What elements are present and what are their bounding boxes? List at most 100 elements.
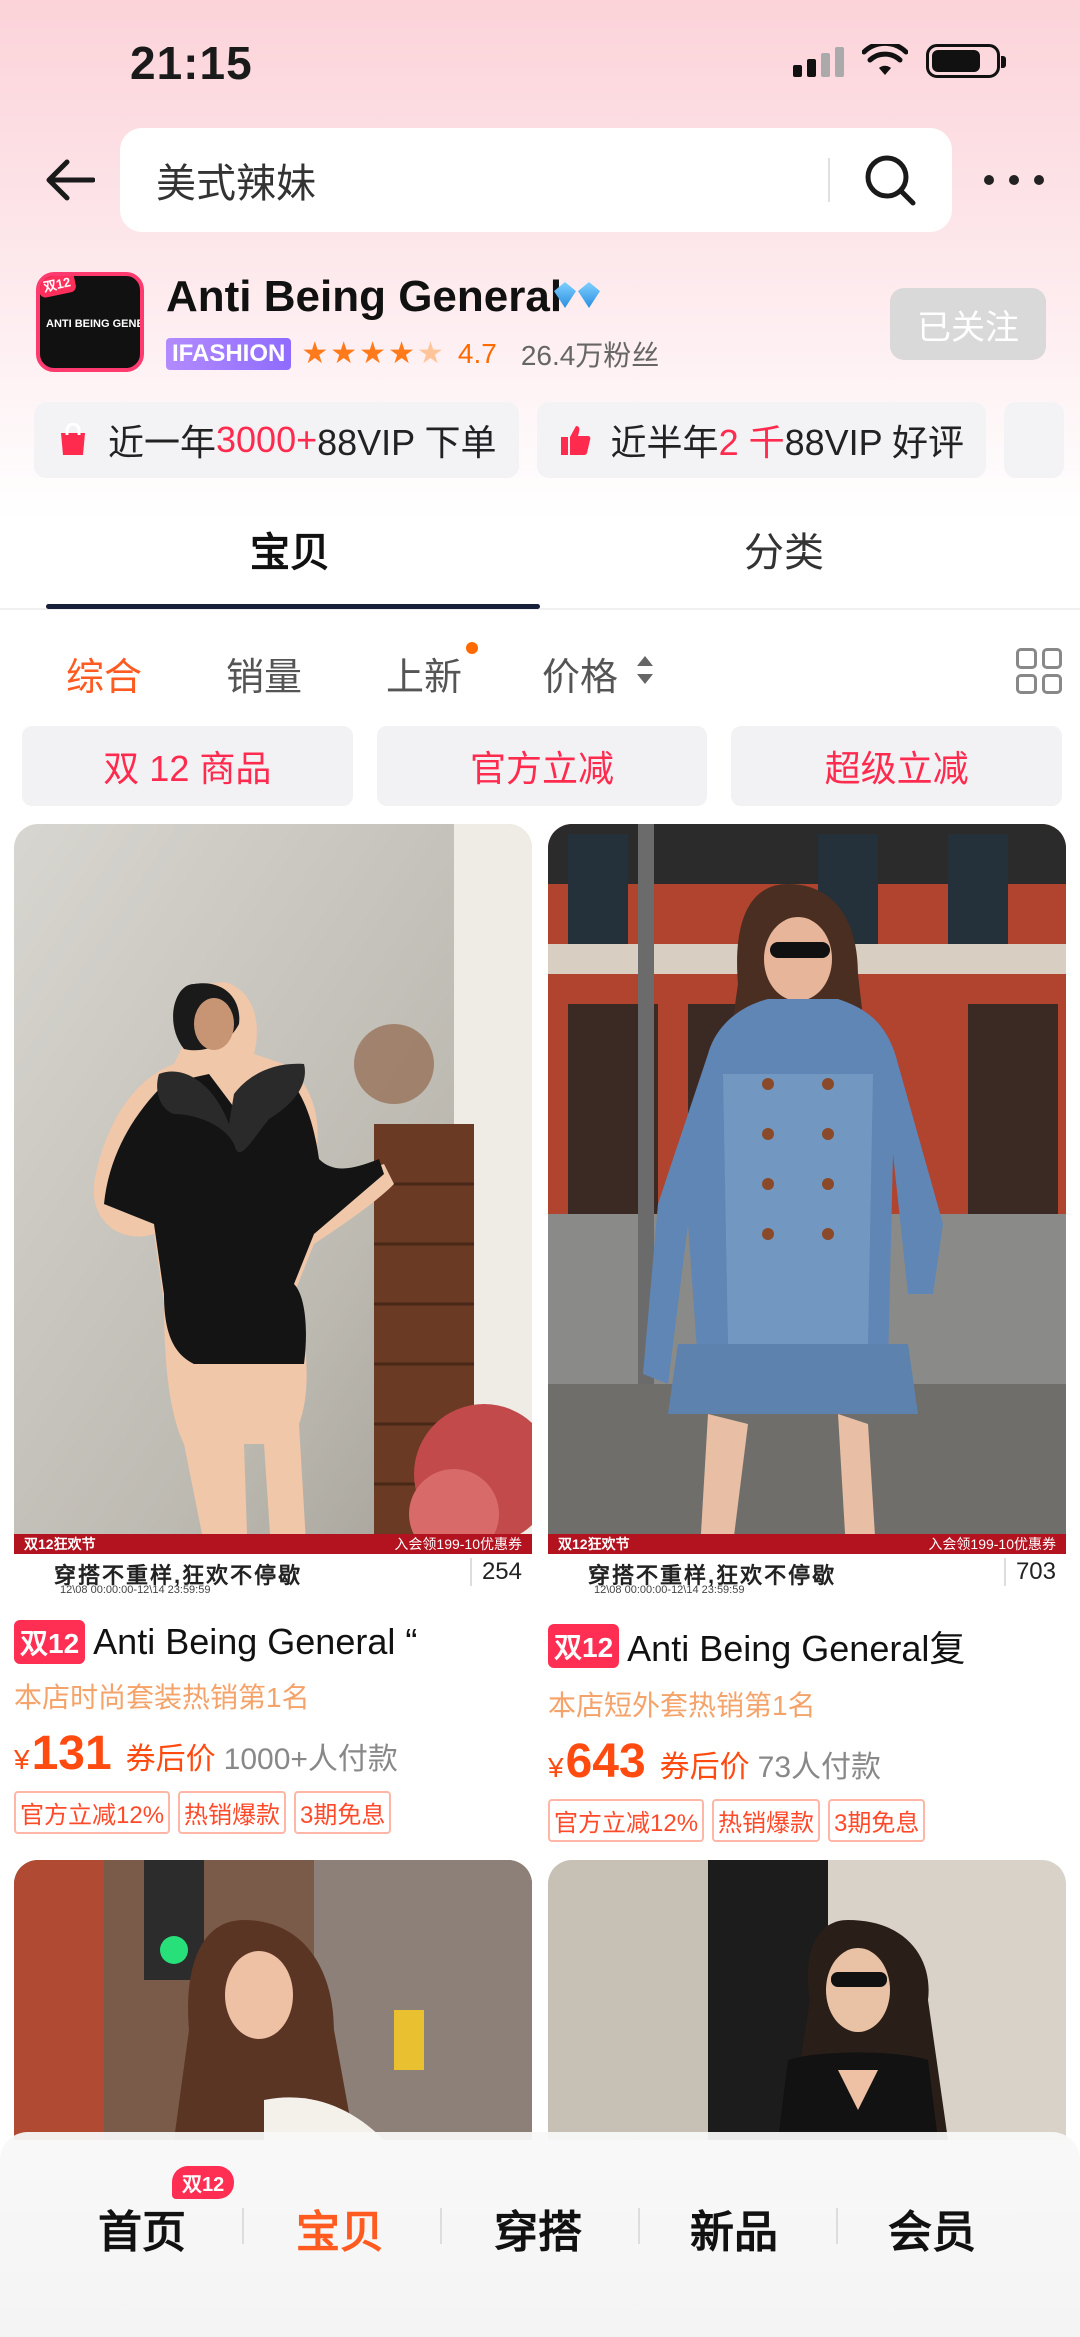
sort-new[interactable]: 上新 bbox=[386, 646, 462, 701]
sort-bar: 综合 销量 上新 价格 bbox=[0, 642, 1080, 702]
product-photo[interactable] bbox=[14, 1860, 532, 2140]
product-card[interactable]: 双12狂欢节 入会领199-10优惠券 穿搭不重样,狂欢不停歇 12\08 00… bbox=[14, 824, 532, 1834]
diamond-icon bbox=[554, 282, 576, 308]
sort-price[interactable]: 价格 bbox=[542, 646, 618, 701]
search-icon bbox=[865, 155, 916, 206]
sort-overall[interactable]: 综合 bbox=[66, 646, 142, 701]
nav-new[interactable]: 新品 bbox=[690, 2196, 778, 2260]
sold-count: 1000+人付款 bbox=[223, 1743, 398, 1776]
promo-banner-top: 双12狂欢节 入会领199-10优惠券 bbox=[548, 1534, 1066, 1554]
nav-separator bbox=[836, 2208, 838, 2244]
thumbs-up-icon bbox=[559, 423, 593, 457]
shop-level-badge bbox=[554, 282, 600, 308]
promo-price-box: 703 bbox=[1003, 1558, 1056, 1586]
shop-rating: 4.7 bbox=[457, 338, 497, 369]
follow-button[interactable]: 已关注 bbox=[890, 288, 1046, 360]
sort-sales[interactable]: 销量 bbox=[226, 646, 302, 701]
promo-event: 双12狂欢节 bbox=[558, 1536, 630, 1552]
highlight-value: 2 千 bbox=[718, 422, 785, 463]
star-icon: ★ bbox=[301, 337, 329, 370]
shop-name[interactable]: Anti Being General bbox=[166, 272, 562, 322]
wifi-icon bbox=[862, 44, 908, 75]
price-label: 券后价 bbox=[125, 1743, 216, 1776]
nav-goods[interactable]: 宝贝 bbox=[296, 2196, 384, 2260]
shop-fans: 26.4万粉丝 bbox=[520, 340, 660, 371]
product-title[interactable]: Anti Being General复 bbox=[627, 1620, 965, 1672]
search-box[interactable]: 美式辣妹 bbox=[120, 128, 952, 232]
product-photo[interactable] bbox=[548, 1860, 1066, 2140]
arrow-left-icon bbox=[46, 159, 95, 201]
promo-event: 双12狂欢节 bbox=[24, 1536, 96, 1552]
highlight-chip[interactable]: 近一年 3000+ 88VIP 下单 bbox=[34, 402, 519, 478]
product-title-row[interactable]: 双12 Anti Being General复 bbox=[548, 1620, 1066, 1672]
filter-double12[interactable]: 双 12 商品 bbox=[22, 726, 353, 806]
promo-banner: 双12狂欢节 入会领199-10优惠券 穿搭不重样,狂欢不停歇 12\08 00… bbox=[548, 1534, 1066, 1600]
promo-dates: 12\08 00:00:00-12\14 23:59:59 bbox=[60, 1584, 211, 1596]
product-title-row[interactable]: 双12 Anti Being General “ bbox=[14, 1620, 532, 1664]
tab-category[interactable]: 分类 bbox=[744, 520, 824, 578]
status-icons bbox=[793, 44, 1006, 78]
product-image[interactable]: 双12狂欢节 入会领199-10优惠券 穿搭不重样,狂欢不停歇 12\08 00… bbox=[548, 824, 1066, 1600]
shopping-bag-icon bbox=[56, 423, 90, 457]
tab-goods[interactable]: 宝贝 bbox=[250, 520, 330, 578]
promo-price: 703 bbox=[1015, 1558, 1056, 1585]
promo-price: 254 bbox=[481, 1558, 522, 1585]
more-dot-icon bbox=[984, 175, 994, 185]
filter-super-discount[interactable]: 超级立减 bbox=[731, 726, 1063, 806]
nav-separator bbox=[242, 2208, 244, 2244]
product-card[interactable] bbox=[14, 1860, 532, 2140]
shop-header: 双12 ANTI BEING GENERAL Anti Being Genera… bbox=[36, 268, 1046, 378]
star-half-icon: ★ bbox=[416, 337, 444, 370]
product-tag: 3期免息 bbox=[294, 1791, 392, 1834]
sold-count: 73人付款 bbox=[757, 1751, 882, 1784]
logo-text: ANTI BEING GENERAL bbox=[46, 318, 144, 330]
search-input[interactable]: 美式辣妹 bbox=[156, 151, 828, 209]
battery-icon bbox=[926, 44, 1006, 78]
bottom-nav: 首页 双12 宝贝 穿搭 新品 会员 bbox=[0, 2132, 1080, 2337]
grid-view-icon[interactable] bbox=[1016, 648, 1062, 694]
highlight-chip[interactable]: 近半年 2 千 88VIP 好评 bbox=[536, 402, 987, 478]
promo-coupon: 入会领199-10优惠券 bbox=[394, 1536, 522, 1552]
promo-coupon: 入会领199-10优惠券 bbox=[928, 1536, 1056, 1552]
product-tag: 3期免息 bbox=[828, 1799, 926, 1842]
currency-symbol: ¥ bbox=[548, 1752, 564, 1783]
more-options-button[interactable] bbox=[984, 158, 1044, 202]
product-title[interactable]: Anti Being General “ bbox=[93, 1621, 417, 1663]
product-card[interactable] bbox=[548, 1860, 1066, 2140]
diamond-icon bbox=[578, 282, 600, 308]
top-nav: 美式辣妹 bbox=[0, 128, 1080, 232]
product-price: 131 bbox=[31, 1727, 112, 1780]
product-price: 643 bbox=[565, 1735, 646, 1788]
price-row: ¥ 131 券后价 1000+人付款 bbox=[14, 1726, 532, 1781]
product-image[interactable]: 双12狂欢节 入会领199-10优惠券 穿搭不重样,狂欢不停歇 12\08 00… bbox=[14, 824, 532, 1600]
nav-home[interactable]: 首页 bbox=[98, 2196, 186, 2260]
promo-banner-top: 双12狂欢节 入会领199-10优惠券 bbox=[14, 1534, 532, 1554]
star-icon: ★ bbox=[388, 337, 415, 370]
search-divider bbox=[828, 158, 830, 202]
search-button[interactable] bbox=[852, 142, 928, 218]
rating-stars: ★ ★ ★ ★ ★ bbox=[301, 339, 444, 369]
nav-outfit[interactable]: 穿搭 bbox=[494, 2196, 582, 2260]
double12-tag: 双12 bbox=[548, 1624, 620, 1668]
shop-highlights: 近一年 3000+ 88VIP 下单 近半年 2 千 88VIP 好评 bbox=[34, 402, 1080, 478]
filter-official-discount[interactable]: 官方立减 bbox=[376, 726, 708, 806]
back-button[interactable] bbox=[40, 150, 100, 210]
logo-double12-badge: 双12 bbox=[40, 276, 78, 299]
tab-active-indicator bbox=[46, 604, 540, 609]
status-time: 21:15 bbox=[130, 37, 253, 89]
nav-separator bbox=[638, 2208, 640, 2244]
content-tabs: 宝贝 分类 bbox=[0, 520, 1080, 612]
product-photo bbox=[548, 824, 1066, 1600]
sort-arrows-icon bbox=[637, 656, 653, 684]
double12-tag: 双12 bbox=[14, 1620, 86, 1664]
nav-member[interactable]: 会员 bbox=[888, 2196, 976, 2260]
highlight-chip-partial[interactable] bbox=[1004, 402, 1065, 478]
star-icon: ★ bbox=[359, 337, 387, 370]
promo-dates: 12\08 00:00:00-12\14 23:59:59 bbox=[594, 1584, 745, 1596]
currency-symbol: ¥ bbox=[14, 1744, 30, 1775]
product-card[interactable]: 双12狂欢节 入会领199-10优惠券 穿搭不重样,狂欢不停歇 12\08 00… bbox=[548, 824, 1066, 1842]
promo-banner: 双12狂欢节 入会领199-10优惠券 穿搭不重样,狂欢不停歇 12\08 00… bbox=[14, 1534, 532, 1600]
shop-logo[interactable]: 双12 ANTI BEING GENERAL bbox=[36, 272, 144, 372]
promo-price-box: 254 bbox=[469, 1558, 522, 1586]
more-dot-icon bbox=[1009, 175, 1019, 185]
